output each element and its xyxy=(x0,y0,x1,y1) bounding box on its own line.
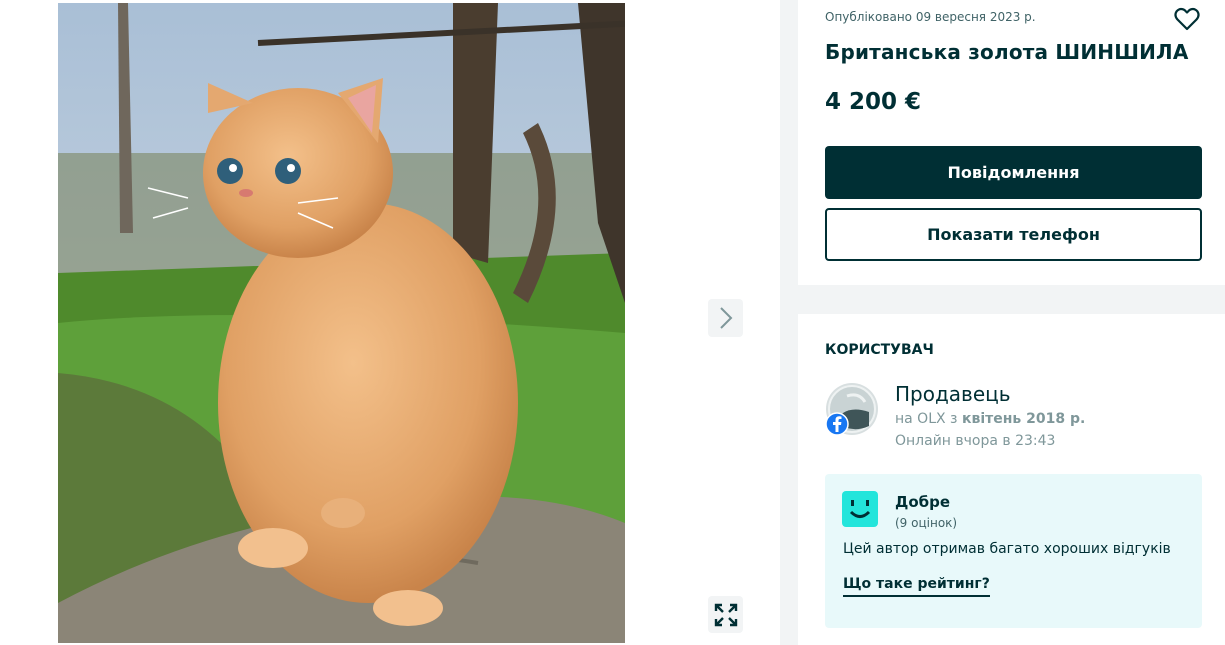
member-since-date: квітень 2018 р. xyxy=(961,411,1086,427)
expand-icon xyxy=(714,603,737,626)
listing-info-card: Опубліковано 09 вересня 2023 р. Британсь… xyxy=(798,0,1225,285)
rating-count: (9 оцінок) xyxy=(895,516,958,530)
seller-name[interactable]: Продавець xyxy=(895,382,1011,406)
user-card: КОРИСТУВАЧ Продавець на OLX з квітень 20… xyxy=(798,314,1225,645)
smile-icon xyxy=(842,491,878,527)
avatar[interactable] xyxy=(825,382,879,436)
published-date: Опубліковано 09 вересня 2023 р. xyxy=(825,10,1036,24)
favorite-button[interactable] xyxy=(1174,7,1200,31)
facebook-icon xyxy=(825,412,849,436)
show-phone-button[interactable]: Показати телефон xyxy=(825,208,1202,261)
listing-title: Британська золота ШИНШИЛА xyxy=(825,40,1189,64)
heart-icon xyxy=(1174,7,1200,31)
listing-page: Опубліковано 09 вересня 2023 р. Британсь… xyxy=(0,0,1225,645)
rating-box: Добре (9 оцінок) Цей автор отримав багат… xyxy=(825,474,1202,628)
listing-photo[interactable] xyxy=(58,3,625,643)
rating-info-link[interactable]: Що таке рейтинг? xyxy=(843,576,990,597)
avatar-image xyxy=(825,383,878,436)
photo-gallery xyxy=(0,0,780,645)
member-since: на OLX з квітень 2018 р. xyxy=(895,411,1085,427)
chevron-right-icon xyxy=(719,307,732,329)
rating-description: Цей автор отримав багато хороших відгукі… xyxy=(843,541,1171,557)
user-section-title: КОРИСТУВАЧ xyxy=(825,342,934,358)
last-online: Онлайн вчора в 23:43 xyxy=(895,433,1056,449)
member-since-prefix: на OLX з xyxy=(895,411,958,427)
next-photo-button[interactable] xyxy=(708,299,743,337)
message-button[interactable]: Повідомлення xyxy=(825,146,1202,199)
rating-label: Добре xyxy=(895,493,951,511)
cat-photo-image xyxy=(58,3,625,643)
fullscreen-button[interactable] xyxy=(708,596,743,633)
listing-price: 4 200 € xyxy=(825,89,922,115)
